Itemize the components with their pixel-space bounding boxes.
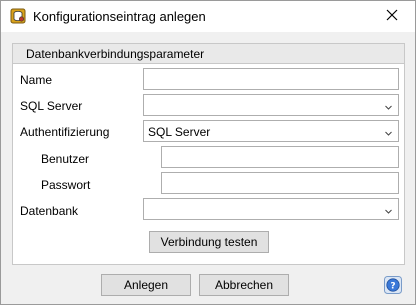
chevron-down-icon: [384, 205, 393, 214]
chevron-down-icon: [384, 101, 393, 110]
close-button[interactable]: [369, 1, 415, 32]
user-input[interactable]: [161, 146, 399, 168]
name-input[interactable]: [143, 68, 399, 90]
cancel-button[interactable]: Abbrechen: [199, 274, 289, 296]
database-label: Datenbank: [20, 204, 79, 218]
help-button[interactable]: ?: [384, 276, 402, 294]
connection-parameters-group: Datenbankverbindungsparameter Name SQL S…: [12, 43, 405, 265]
help-icon: ?: [384, 276, 402, 297]
sql-server-label: SQL Server: [20, 99, 83, 113]
close-icon: [386, 9, 398, 24]
user-label: Benutzer: [41, 152, 90, 166]
name-label: Name: [20, 73, 53, 87]
group-title: Datenbankverbindungsparameter: [26, 47, 205, 61]
svg-text:?: ?: [390, 281, 395, 291]
database-config-icon: [10, 8, 26, 24]
group-header: Datenbankverbindungsparameter: [13, 44, 404, 64]
window-title: Konfigurationseintrag anlegen: [33, 9, 206, 24]
auth-combobox[interactable]: SQL Server: [143, 120, 399, 142]
auth-value: SQL Server: [148, 125, 211, 139]
chevron-down-icon: [384, 127, 393, 136]
create-button[interactable]: Anlegen: [101, 274, 191, 296]
database-combobox[interactable]: [143, 198, 399, 220]
dialog-window: Konfigurationseintrag anlegen Datenbankv…: [0, 0, 416, 305]
password-input[interactable]: [161, 172, 399, 194]
test-connection-button[interactable]: Verbindung testen: [149, 231, 269, 253]
sql-server-combobox[interactable]: [143, 94, 399, 116]
title-bar: Konfigurationseintrag anlegen: [1, 1, 415, 32]
auth-label: Authentifizierung: [20, 125, 110, 139]
password-label: Passwort: [41, 178, 91, 192]
